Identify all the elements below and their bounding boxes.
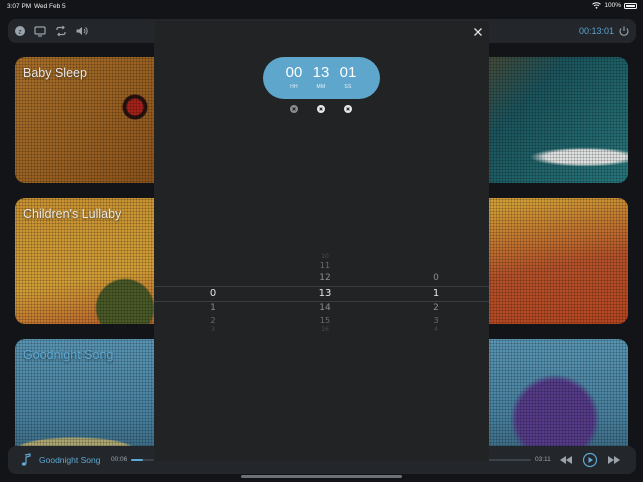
seconds-label: SS: [344, 84, 352, 90]
hours-segment: 00 HH: [279, 64, 309, 90]
svg-text:z: z: [18, 28, 21, 35]
battery-icon: [624, 2, 637, 9]
picker-seconds-value[interactable]: 3: [416, 316, 456, 325]
seconds-segment: 01 SS: [333, 64, 363, 90]
picker-seconds-value[interactable]: 4: [416, 326, 456, 333]
card-title: Goodnight Song: [23, 348, 114, 362]
clear-hours-button[interactable]: [290, 105, 298, 113]
sleep-timer-modal: 00 HH 13 MM 01 SS 0123 13 12 11 10 14 15 16 10…: [154, 21, 489, 461]
now-playing-title: Goodnight Song: [39, 455, 101, 465]
volume-icon[interactable]: [74, 23, 90, 39]
picker-selection-top: [154, 286, 489, 287]
picker-seconds-value[interactable]: 0: [416, 273, 456, 283]
music-note-icon: [21, 453, 31, 466]
picker-hours-value[interactable]: 1: [193, 303, 233, 313]
hours-value: 00: [285, 64, 303, 81]
total-time: 03:11: [535, 456, 551, 463]
picker-minutes-value[interactable]: 13: [305, 288, 345, 299]
seconds-value: 01: [339, 64, 357, 81]
status-right: 100%: [592, 2, 637, 9]
minutes-segment: 13 MM: [306, 64, 336, 90]
fast-forward-icon[interactable]: [606, 452, 622, 468]
elapsed-timer: 00:13:01: [578, 26, 614, 36]
power-timer-icon[interactable]: [616, 23, 632, 39]
picker-minutes-value[interactable]: 16: [305, 326, 345, 333]
picker-minutes-value[interactable]: 12: [305, 273, 345, 283]
picker-minutes-value[interactable]: 10: [305, 253, 345, 260]
wifi-icon: [592, 2, 602, 9]
timer-display: 00 HH 13 MM 01 SS: [263, 57, 380, 99]
rewind-icon[interactable]: [558, 452, 574, 468]
picker-hours-value[interactable]: 3: [193, 326, 233, 333]
clear-seconds-button[interactable]: [344, 105, 352, 113]
repeat-icon[interactable]: [53, 23, 69, 39]
airplay-screen-icon[interactable]: [32, 23, 48, 39]
minutes-value: 13: [312, 64, 330, 81]
close-icon[interactable]: [473, 27, 483, 37]
picker-seconds-value[interactable]: 2: [416, 303, 456, 313]
status-time: 3:07 PM: [7, 3, 32, 10]
status-bar: 3:07 PM Wed Feb 5 100%: [0, 0, 643, 12]
clear-icon: [319, 107, 323, 111]
clear-icon: [346, 107, 350, 111]
card-title: Children's Lullaby: [23, 207, 122, 221]
hours-label: HH: [290, 84, 298, 90]
picker-hours-value[interactable]: 0: [193, 288, 233, 299]
battery-percent: 100%: [604, 2, 621, 9]
clear-minutes-button[interactable]: [317, 105, 325, 113]
card-title: Baby Sleep: [23, 66, 87, 80]
play-icon[interactable]: [582, 452, 598, 468]
status-date: Wed Feb 5: [34, 3, 66, 10]
picker-minutes-value[interactable]: 14: [305, 303, 345, 313]
sleep-icon[interactable]: z: [12, 23, 28, 39]
clear-icon: [292, 107, 296, 111]
picker-hours-value[interactable]: 2: [193, 316, 233, 325]
minutes-label: MM: [316, 84, 326, 90]
home-indicator: [241, 475, 402, 478]
picker-minutes-value[interactable]: 15: [305, 316, 345, 325]
progress-fill: [131, 459, 143, 461]
picker-minutes-value[interactable]: 11: [305, 261, 345, 270]
picker-seconds-value[interactable]: 1: [416, 288, 456, 299]
current-time: 00:06: [111, 456, 128, 463]
